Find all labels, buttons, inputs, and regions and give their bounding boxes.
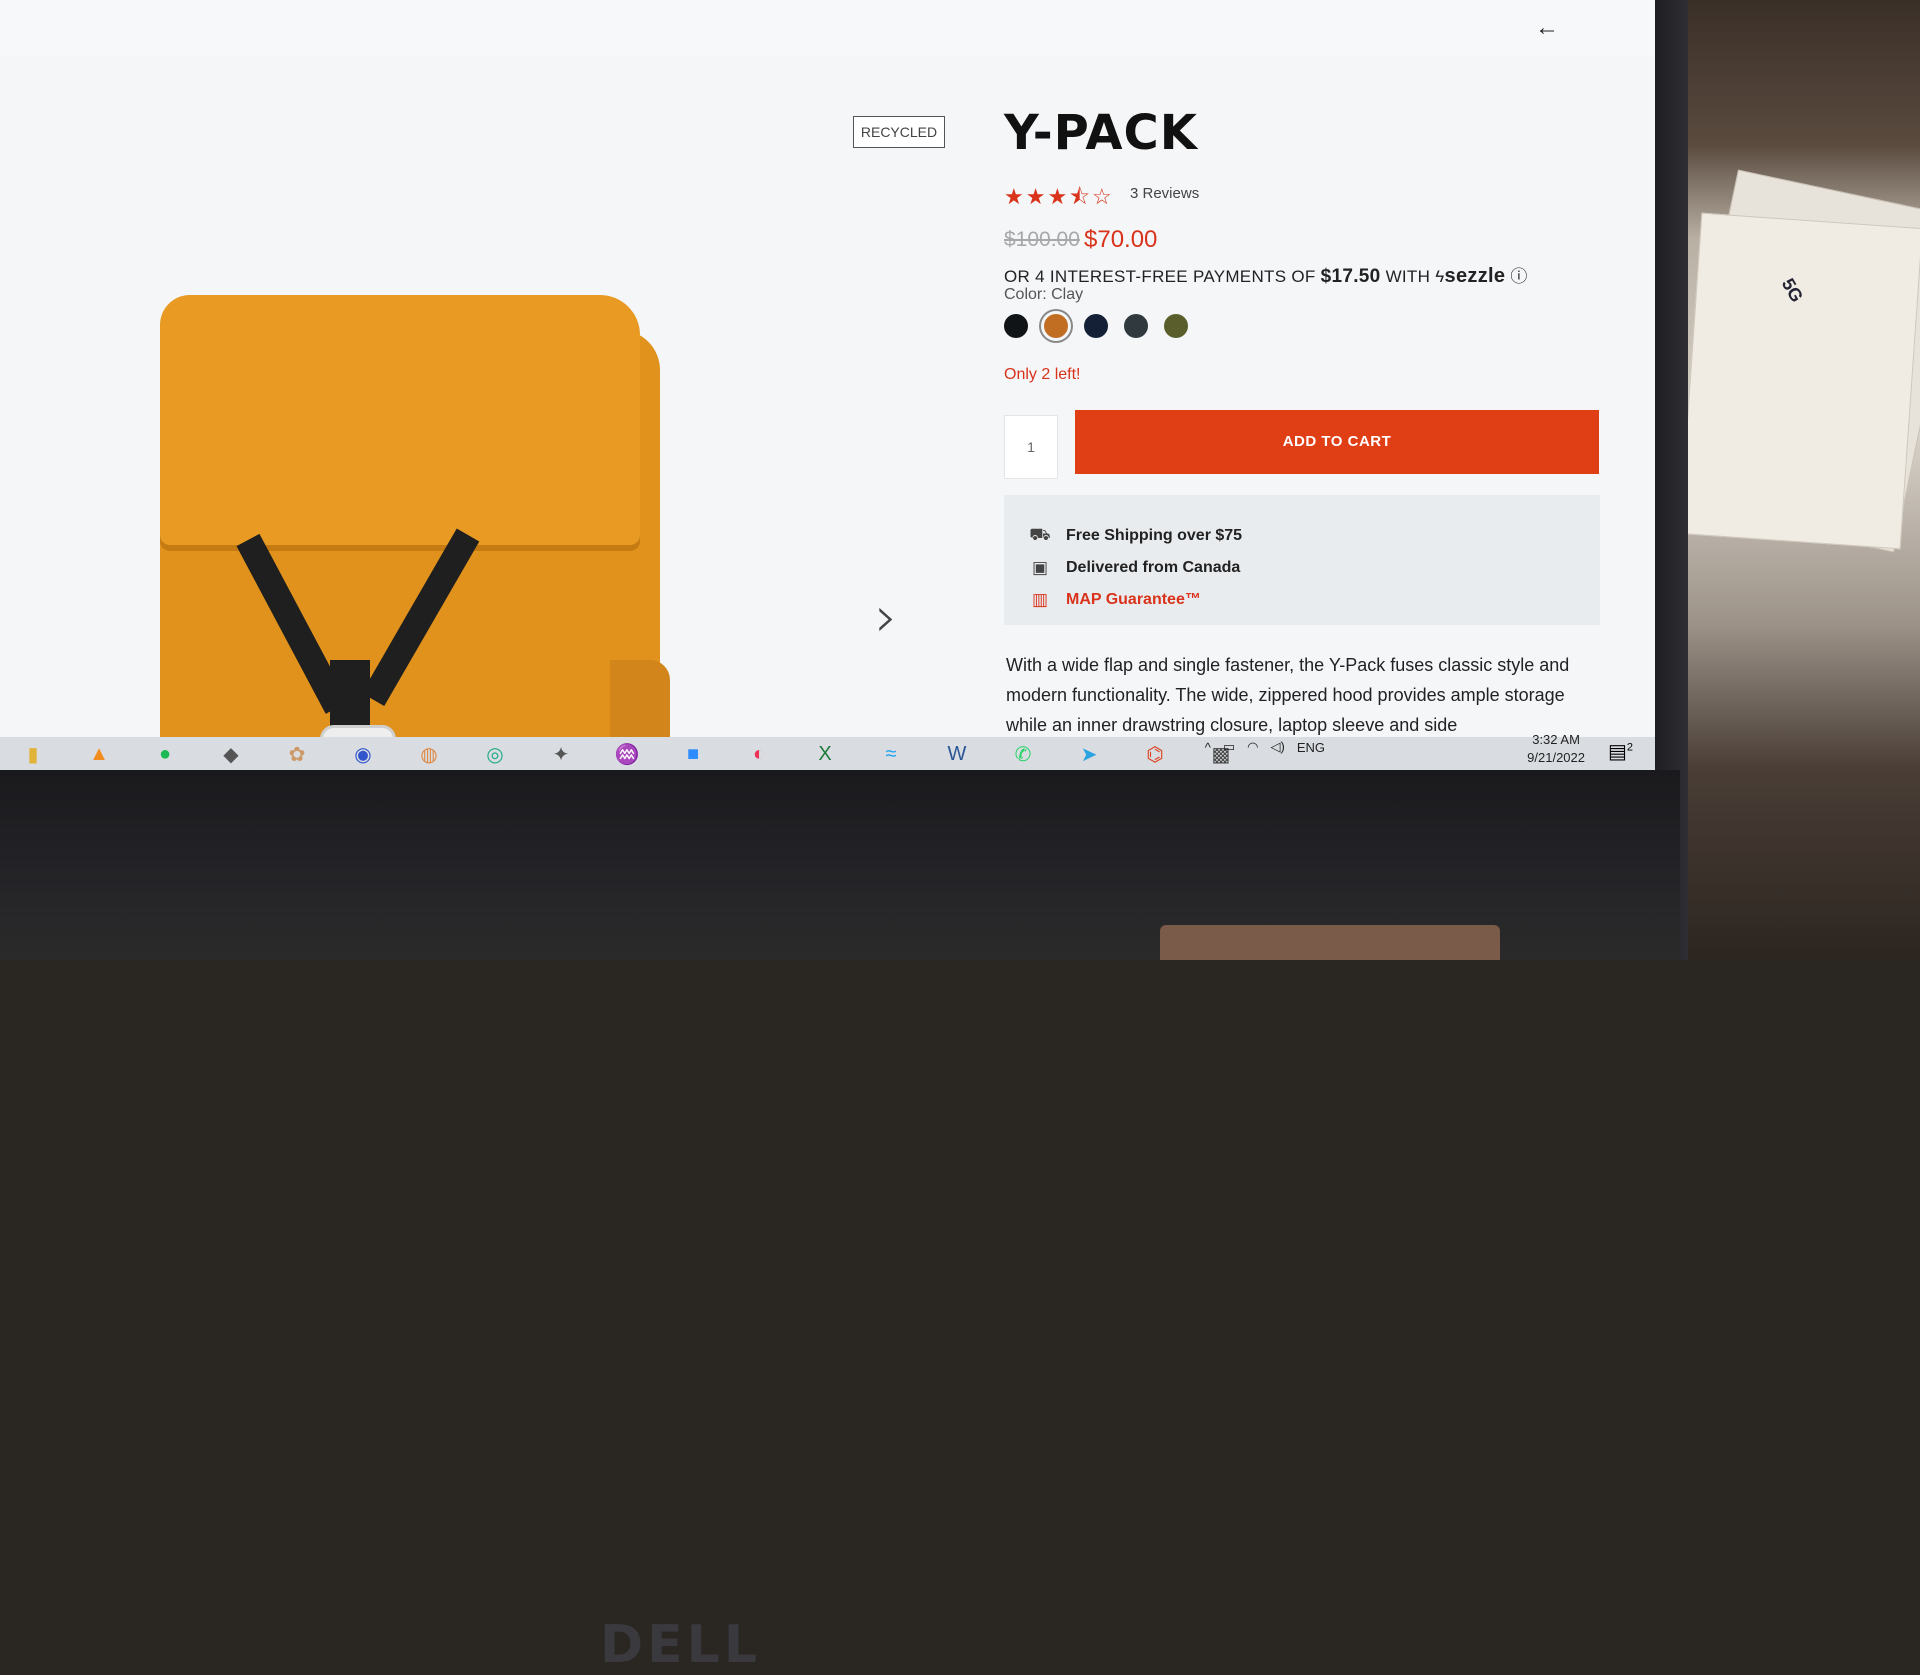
language-indicator[interactable]: ENG — [1297, 740, 1325, 755]
activity-monitor-icon[interactable]: ♒ — [594, 739, 660, 769]
reviews-link[interactable]: 3 Reviews — [1130, 185, 1199, 202]
laptop-screen: ← RECYCLED › Y-PACK ★★★⯪☆ 3 Reviews $100… — [0, 0, 1655, 770]
star-rating: ★★★⯪☆ — [1004, 184, 1114, 209]
wifi-icon[interactable]: ◠ — [1247, 739, 1258, 755]
next-image-chevron-icon[interactable]: › — [875, 585, 897, 650]
color-swatch[interactable] — [1164, 314, 1188, 338]
chevron-up-icon[interactable]: ^ — [1205, 740, 1211, 755]
clock-time: 3:32 AM — [1532, 732, 1580, 747]
quantity-input[interactable]: 1 — [1004, 415, 1058, 479]
color-label: Color: Clay — [1004, 286, 1084, 303]
original-price: $100.00 — [1004, 228, 1080, 251]
edge-icon[interactable]: ◎ — [462, 739, 528, 769]
color-swatches — [1004, 314, 1188, 338]
stock-notice: Only 2 left! — [1004, 366, 1081, 383]
fox-app-icon[interactable]: ◆ — [198, 739, 264, 769]
add-to-cart-button[interactable]: ADD TO CART — [1075, 410, 1599, 474]
headset-app-icon[interactable]: ◉ — [330, 739, 396, 769]
perks-box: ⛟ Free Shipping over $75 ▣ Delivered fro… — [1004, 495, 1600, 625]
acrobat-icon[interactable]: ⌬ — [1122, 739, 1188, 769]
sezzle-installments: OR 4 INTEREST-FREE PAYMENTS OF $17.50 WI… — [1004, 262, 1528, 288]
product-title: Y-PACK — [1004, 105, 1198, 161]
gimp-icon[interactable]: ✦ — [528, 739, 594, 769]
wave-app-icon[interactable]: ≈ — [858, 739, 924, 769]
battery-icon[interactable]: ▭ — [1223, 739, 1235, 755]
perk-shipping-label: Free Shipping over $75 — [1066, 527, 1243, 544]
file-explorer-icon[interactable]: ▮ — [0, 739, 66, 769]
taskbar-apps: ▮ ▲ ● ◆ ✿ ◉ ◍ ◎ ✦ ♒ ■ ◐ X ≈ W ✆ ➤ ⌬ ▩ — [0, 739, 1254, 769]
paper-sheet — [1679, 212, 1920, 550]
product-description: With a wide flap and single fastener, th… — [1006, 655, 1570, 735]
backpack-flap — [160, 295, 640, 545]
laptop-hinge — [1160, 925, 1500, 960]
color-swatch[interactable] — [1044, 314, 1068, 338]
perk-delivered: ▣ Delivered from Canada — [1028, 558, 1240, 578]
color-swatch[interactable] — [1084, 314, 1108, 338]
vlc-icon[interactable]: ▲ — [66, 739, 132, 769]
info-icon[interactable]: ⓘ — [1510, 267, 1527, 286]
spotify-icon[interactable]: ● — [132, 739, 198, 769]
clock-date: 9/21/2022 — [1527, 750, 1585, 765]
app-icon[interactable]: ✿ — [264, 739, 330, 769]
map-icon: ▥ — [1031, 590, 1049, 609]
color-swatch[interactable] — [1004, 314, 1028, 338]
notification-center-icon[interactable]: ▤2 — [1608, 739, 1633, 764]
truck-icon: ⛟ — [1029, 525, 1051, 544]
telegram-icon[interactable]: ➤ — [1056, 739, 1122, 769]
notification-count: 2 — [1626, 741, 1633, 754]
sezzle-amount: $17.50 — [1320, 266, 1381, 287]
sezzle-logo[interactable]: sezzle — [1445, 265, 1506, 287]
sezzle-s-icon: ϟ — [1435, 267, 1445, 286]
sale-price: $70.00 — [1084, 226, 1158, 253]
sezzle-with: WITH — [1385, 267, 1431, 286]
perk-map-label: MAP Guarantee™ — [1066, 591, 1201, 608]
excel-icon[interactable]: X — [792, 739, 858, 769]
whatsapp-icon[interactable]: ✆ — [990, 739, 1056, 769]
color-wheel-icon[interactable]: ◍ — [396, 739, 462, 769]
back-arrow-icon[interactable]: ← — [1535, 14, 1559, 42]
perk-map-guarantee[interactable]: ▥ MAP Guarantee™ — [1028, 590, 1201, 610]
word-icon[interactable]: W — [924, 739, 990, 769]
perk-shipping: ⛟ Free Shipping over $75 — [1028, 525, 1242, 547]
perk-delivered-label: Delivered from Canada — [1066, 559, 1241, 576]
clock[interactable]: 3:32 AM 9/21/2022 — [1527, 731, 1585, 767]
volume-icon[interactable]: ◁) — [1271, 739, 1285, 755]
site-header: ← — [0, 0, 1655, 56]
recycled-badge: RECYCLED — [853, 116, 945, 148]
windows-taskbar: ▮ ▲ ● ◆ ✿ ◉ ◍ ◎ ✦ ♒ ■ ◐ X ≈ W ✆ ➤ ⌬ ▩ ^ … — [0, 732, 1655, 770]
box-icon: ▣ — [1031, 558, 1049, 577]
color-swatch[interactable] — [1124, 314, 1148, 338]
zoom-icon[interactable]: ■ — [660, 739, 726, 769]
firefox-icon[interactable]: ◐ — [726, 739, 792, 769]
product-image — [0, 60, 990, 770]
sezzle-prefix: OR 4 INTEREST-FREE PAYMENTS OF — [1004, 267, 1316, 286]
system-tray: ^ ▭ ◠ ◁) ENG — [1205, 739, 1325, 755]
dell-logo: DELL — [600, 1615, 761, 1675]
